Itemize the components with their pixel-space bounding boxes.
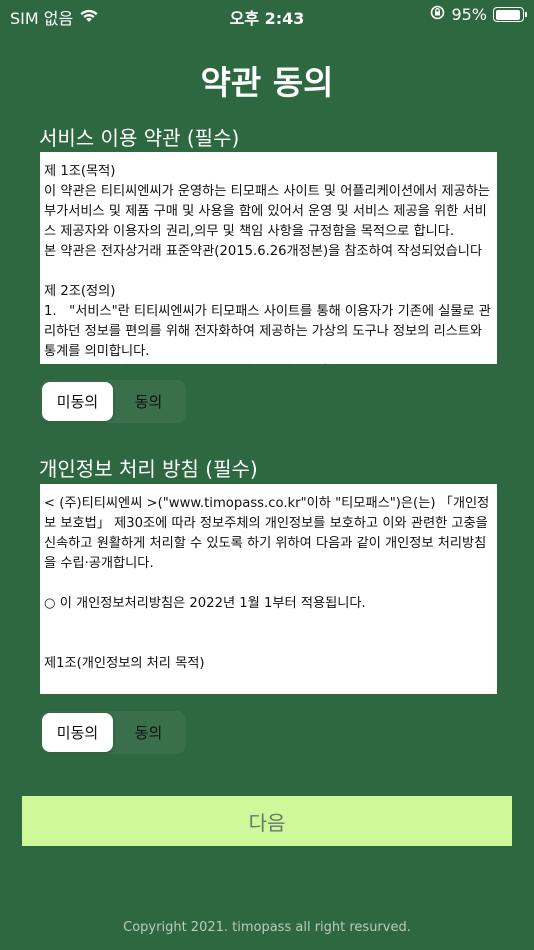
- battery-icon: [493, 7, 527, 22]
- battery-level: [495, 9, 521, 20]
- privacy-policy-title: 개인정보 처리 방침 (필수): [39, 457, 258, 481]
- service-terms-disagree-button[interactable]: 미동의: [42, 382, 113, 421]
- orientation-lock-icon: [430, 5, 445, 24]
- battery-percent: 95%: [451, 5, 487, 24]
- privacy-policy-disagree-button[interactable]: 미동의: [42, 713, 113, 752]
- copyright-text: Copyright 2021. timopass all right resur…: [123, 920, 411, 935]
- service-terms-text: 제 1조(목적) 이 약관은 티티씨엔씨가 운영하는 티모패스 사이트 및 어플…: [44, 164, 491, 359]
- service-terms-agree-button[interactable]: 동의: [113, 382, 184, 421]
- page-title: 약관 동의: [200, 63, 334, 102]
- status-right: 95%: [430, 5, 527, 24]
- service-terms-title: 서비스 이용 약관 (필수): [39, 126, 240, 150]
- privacy-policy-text: < (주)티티씨엔씨 >("www.timopass.co.kr"이하 "티모패…: [44, 496, 490, 671]
- next-button[interactable]: 다음: [22, 796, 512, 846]
- status-bar: SIM 없음 오후 2:43 95%: [0, 0, 534, 30]
- privacy-policy-agree-button[interactable]: 동의: [113, 713, 184, 752]
- service-terms-box[interactable]: 제 1조(목적) 이 약관은 티티씨엔씨가 운영하는 티모패스 사이트 및 어플…: [40, 152, 497, 364]
- privacy-policy-box[interactable]: < (주)티티씨엔씨 >("www.timopass.co.kr"이하 "티모패…: [40, 484, 497, 694]
- privacy-policy-consent-toggle[interactable]: 미동의 동의: [40, 711, 186, 754]
- service-terms-consent-toggle[interactable]: 미동의 동의: [40, 380, 186, 423]
